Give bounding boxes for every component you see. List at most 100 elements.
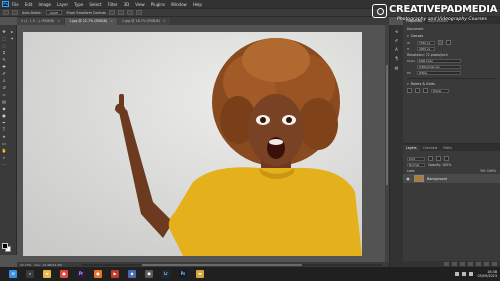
menu-select[interactable]: Select <box>89 2 101 7</box>
brush-settings-icon[interactable]: ✐ <box>394 38 400 43</box>
bit-depth-dropdown[interactable]: 8 Bits/Channel <box>417 65 461 69</box>
libraries-panel-icon[interactable]: ▤ <box>394 65 400 70</box>
layer-row[interactable]: ◉ Background <box>403 174 500 183</box>
width-field[interactable]: 3760 px <box>417 40 435 45</box>
document-image[interactable] <box>23 32 362 256</box>
distribute-icon[interactable] <box>136 10 143 15</box>
tab-layers[interactable]: Layers <box>403 145 420 151</box>
menu-window[interactable]: Window <box>171 2 187 7</box>
close-icon[interactable]: × <box>110 19 113 23</box>
lightroom-icon[interactable]: Lr <box>162 270 170 278</box>
tab-channels[interactable]: Channels <box>420 145 441 151</box>
align-center-icon[interactable] <box>118 10 125 15</box>
blend-mode-dropdown[interactable]: Normal <box>407 163 425 167</box>
units-dropdown[interactable]: Pixels <box>431 88 449 93</box>
scroll-thumb[interactable] <box>141 263 302 266</box>
grid-icon[interactable] <box>415 88 420 93</box>
battery-icon[interactable] <box>469 272 474 276</box>
rulers-section-heading[interactable]: ▾ Rulers & Grids <box>407 82 496 86</box>
chrome-icon[interactable]: ● <box>60 270 68 278</box>
zoom-level[interactable]: 22.73% <box>20 263 31 267</box>
firefox-icon[interactable]: ● <box>94 270 102 278</box>
transform-controls-checkbox[interactable]: Show Transform Controls <box>66 11 106 15</box>
folder-icon[interactable]: ▬ <box>196 270 204 278</box>
move-tool-icon[interactable]: ✥ <box>2 29 7 34</box>
tab-paths[interactable]: Paths <box>440 145 455 151</box>
adjustment-layer-icon[interactable] <box>468 262 473 266</box>
pen-tool-icon[interactable]: ✒ <box>2 120 7 125</box>
menu-help[interactable]: Help <box>193 2 202 7</box>
orientation-landscape-icon[interactable] <box>446 40 451 45</box>
move-tool-preset-icon[interactable] <box>12 10 18 15</box>
quick-select-tool-icon[interactable]: ✦ <box>10 36 15 41</box>
files-icon[interactable]: ▰ <box>43 270 51 278</box>
type-tool-icon[interactable]: T <box>2 127 7 132</box>
align-left-icon[interactable] <box>109 10 116 15</box>
ruler-icon[interactable] <box>407 88 412 93</box>
history-panel-icon[interactable]: ⟲ <box>394 29 400 34</box>
foreground-color-swatch[interactable] <box>2 243 8 249</box>
network-icon[interactable] <box>455 272 460 276</box>
brush-tool-icon[interactable]: ✐ <box>2 71 7 76</box>
new-layer-icon[interactable] <box>484 262 489 266</box>
clock[interactable]: 16:38 05/09/2023 <box>477 270 497 278</box>
volume-icon[interactable] <box>462 272 467 276</box>
document-tab[interactable]: 5 (1, 1.5 ...) (RGB/8) × <box>17 18 65 25</box>
layer-filter-dropdown[interactable]: Kind <box>407 156 425 161</box>
menu-layer[interactable]: Layer <box>57 2 68 7</box>
menu-edit[interactable]: Edit <box>25 2 33 7</box>
paragraph-panel-icon[interactable]: ¶ <box>394 56 400 61</box>
menu-plugins[interactable]: Plugins <box>151 2 165 7</box>
eye-icon[interactable]: ◉ <box>405 176 411 181</box>
more-tools-icon[interactable]: ⋯ <box>2 162 7 167</box>
home-icon[interactable] <box>3 10 9 15</box>
start-icon[interactable]: ⊞ <box>9 270 17 278</box>
dodge-tool-icon[interactable]: ● <box>2 113 7 118</box>
blur-tool-icon[interactable]: ◆ <box>2 106 7 111</box>
vpn-icon[interactable]: ◆ <box>128 270 136 278</box>
layer-name[interactable]: Background <box>427 177 447 181</box>
fill-dropdown[interactable]: White <box>417 71 461 75</box>
shape-tool-icon[interactable]: ▭ <box>2 141 7 146</box>
filter-adjustment-icon[interactable] <box>436 156 441 161</box>
menu-view[interactable]: View <box>135 2 145 7</box>
gradient-tool-icon[interactable]: ▤ <box>2 99 7 104</box>
path-select-tool-icon[interactable]: ➤ <box>2 134 7 139</box>
stamp-tool-icon[interactable]: ♙ <box>2 78 7 83</box>
scroll-thumb[interactable] <box>386 65 388 185</box>
link-icon[interactable] <box>444 262 449 266</box>
canvas-section-heading[interactable]: ▾ Canvas <box>407 34 496 38</box>
document-tab-active[interactable]: 1.jpg @ 22.7% (RGB/8) × <box>65 18 117 25</box>
healing-tool-icon[interactable]: ✚ <box>2 64 7 69</box>
align-right-icon[interactable] <box>127 10 134 15</box>
lasso-tool-icon[interactable]: ◌ <box>2 43 7 48</box>
character-panel-icon[interactable]: A <box>394 47 400 52</box>
eyedropper-tool-icon[interactable]: ✎ <box>2 57 7 62</box>
auto-select-checkbox[interactable]: Auto-Select: <box>22 11 42 15</box>
document-tab[interactable]: 1.jpg @ 16.7% (RGB/8) × <box>117 18 170 25</box>
zoom-tool-icon[interactable]: ⌕ <box>2 155 7 160</box>
menu-filter[interactable]: Filter <box>108 2 118 7</box>
photoshop-icon[interactable]: Ps <box>179 270 187 278</box>
canvas-area[interactable] <box>17 25 389 262</box>
media-icon[interactable]: ▶ <box>111 270 119 278</box>
artboard-tool-icon[interactable]: ▸ <box>10 29 15 34</box>
search-icon[interactable]: ⌕ <box>26 270 34 278</box>
crop-tool-icon[interactable]: ⌗ <box>2 50 7 55</box>
fill-field[interactable]: Fill: 100% <box>481 169 496 173</box>
close-icon[interactable]: × <box>163 19 166 23</box>
group-icon[interactable] <box>476 262 481 266</box>
trash-icon[interactable] <box>492 262 497 266</box>
menu-image[interactable]: Image <box>38 2 51 7</box>
filter-type-icon[interactable] <box>444 156 449 161</box>
orientation-portrait-icon[interactable] <box>438 40 443 45</box>
opacity-field[interactable]: Opacity: 100% <box>428 163 451 167</box>
filter-pixel-icon[interactable] <box>428 156 433 161</box>
auto-select-dropdown[interactable]: Layer <box>45 10 63 15</box>
guides-icon[interactable] <box>423 88 428 93</box>
menu-file[interactable]: File <box>12 2 19 7</box>
mask-icon[interactable] <box>460 262 465 266</box>
menu-type[interactable]: Type <box>74 2 83 7</box>
fx-icon[interactable] <box>452 262 457 266</box>
premiere-icon[interactable]: Pr <box>77 270 85 278</box>
